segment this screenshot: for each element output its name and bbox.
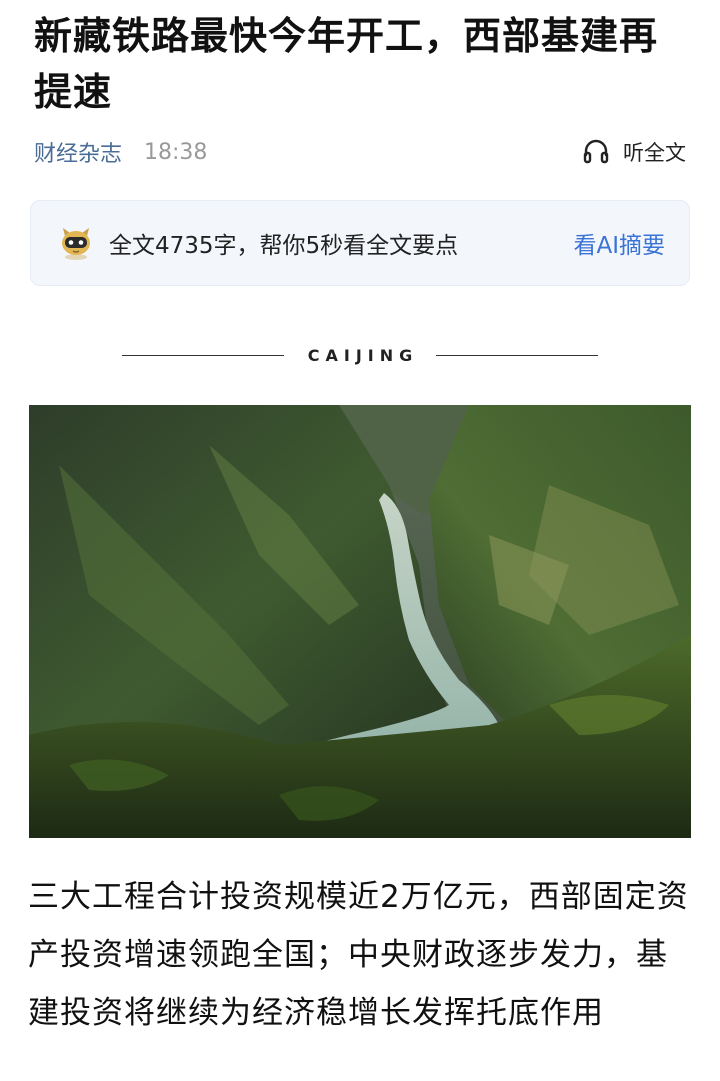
listen-button[interactable]: 听全文	[581, 137, 686, 167]
brand-wordmark: CAIJING	[307, 345, 419, 365]
headphones-icon	[583, 139, 609, 164]
listen-label: 听全文	[623, 141, 686, 165]
publish-time: 18:38	[144, 139, 208, 165]
ai-robot-avatar-icon	[62, 228, 90, 260]
article-title: 新藏铁路最快今年开工，西部基建再提速	[34, 14, 659, 114]
lead-paragraph: 三大工程合计投资规模近2万亿元，西部固定资产投资增速领跑全国；中央财政逐步发力，…	[28, 879, 689, 1031]
divider-line-left	[122, 354, 284, 356]
article-meta: 财经杂志 18:38 听全文	[34, 132, 686, 172]
source-link[interactable]: 财经杂志	[34, 136, 122, 168]
ai-summary-link[interactable]: 看AI摘要	[573, 226, 665, 260]
hero-image-river-gorge[interactable]	[29, 405, 691, 838]
divider-line-right	[436, 354, 599, 356]
ai-summary-banner[interactable]: 全文4735字，帮你5秒看全文要点 看AI摘要	[30, 200, 690, 286]
brand-divider: CAIJING	[122, 340, 599, 370]
ai-summary-text: 全文4735字，帮你5秒看全文要点	[109, 233, 459, 259]
